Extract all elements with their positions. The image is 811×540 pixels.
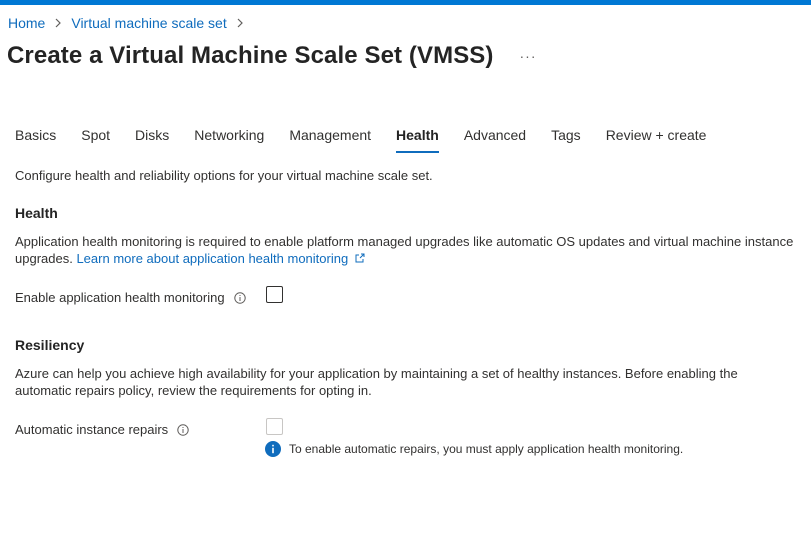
intro-text: Configure health and reliability options… [15,168,433,183]
more-options-icon[interactable]: ··· [520,48,537,64]
info-icon[interactable] [177,423,189,436]
tab-basics[interactable]: Basics [15,127,56,155]
info-icon[interactable] [233,291,246,304]
info-filled-icon [265,441,281,457]
breadcrumb-home[interactable]: Home [8,15,45,31]
tab-disks[interactable]: Disks [135,127,169,155]
auto-repairs-row: Automatic instance repairs [15,422,189,437]
auto-repairs-info-message: To enable automatic repairs, you must ap… [265,441,683,457]
external-link-icon [355,253,365,263]
tab-networking[interactable]: Networking [194,127,264,155]
health-learn-more-label: Learn more about application health moni… [76,251,349,266]
chevron-right-icon [237,18,243,28]
resiliency-description-line-1: Azure can help you achieve high availabi… [15,366,738,381]
page-title: Create a Virtual Machine Scale Set (VMSS… [7,42,494,69]
title-row: Create a Virtual Machine Scale Set (VMSS… [7,42,537,70]
tab-bar: Basics Spot Disks Networking Management … [15,127,731,155]
chevron-right-icon [55,18,62,28]
resiliency-description-line-2: automatic repairs policy, review the req… [15,383,372,398]
top-accent-bar [0,0,811,5]
enable-health-checkbox[interactable] [266,286,283,303]
tab-review-create[interactable]: Review + create [606,127,707,155]
resiliency-description: Azure can help you achieve high availabi… [15,365,805,399]
auto-repairs-checkbox[interactable] [266,418,283,435]
tab-spot[interactable]: Spot [81,127,110,155]
health-description: Application health monitoring is require… [15,233,795,267]
auto-repairs-info-text: To enable automatic repairs, you must ap… [289,442,684,456]
health-learn-more-link[interactable]: Learn more about application health moni… [76,251,365,266]
breadcrumb: Home Virtual machine scale set [8,15,253,31]
tab-advanced[interactable]: Advanced [464,127,526,155]
auto-repairs-label: Automatic instance repairs [15,422,169,437]
tab-tags[interactable]: Tags [551,127,581,155]
breadcrumb-vmss[interactable]: Virtual machine scale set [71,15,226,31]
tab-management[interactable]: Management [289,127,371,155]
tab-health[interactable]: Health [396,127,439,155]
resiliency-heading: Resiliency [15,337,85,353]
enable-health-row: Enable application health monitoring [15,290,246,305]
health-heading: Health [15,205,58,221]
enable-health-label: Enable application health monitoring [15,290,225,305]
